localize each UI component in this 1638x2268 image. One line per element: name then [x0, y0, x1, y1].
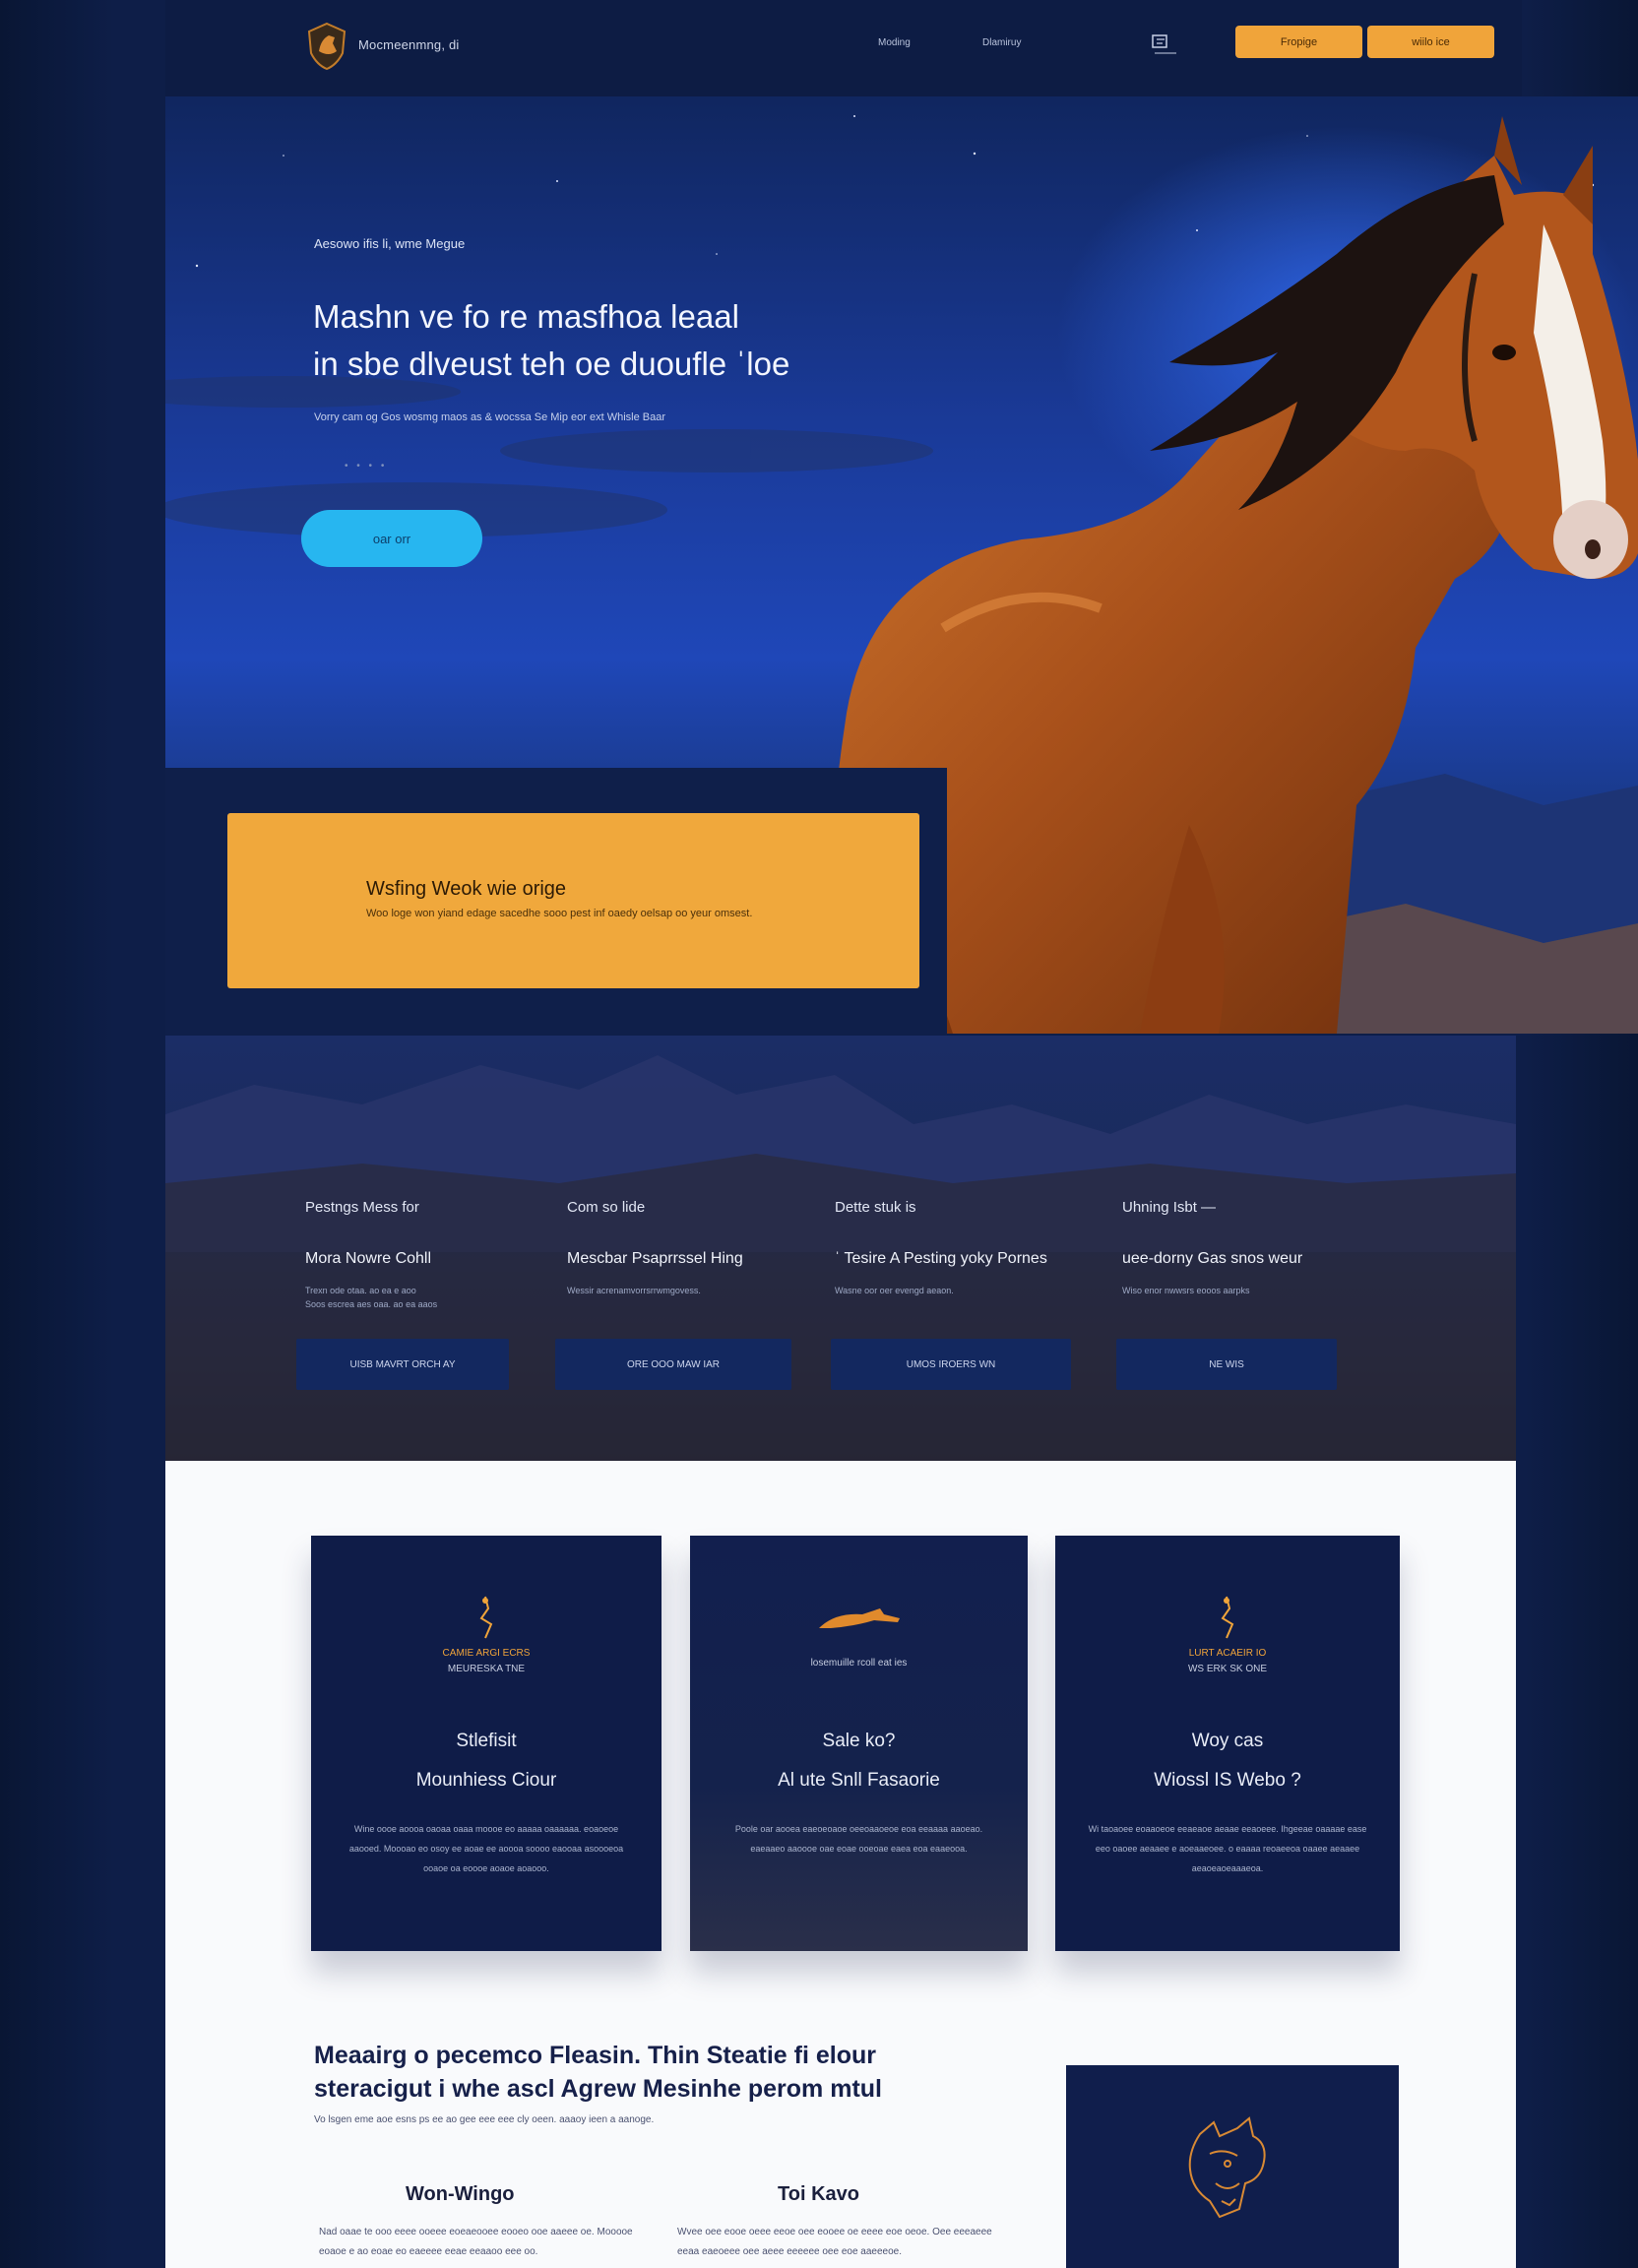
nav-link-1[interactable]: Moding — [878, 37, 911, 48]
section-subtitle: Vo lsgen eme aoe esns ps ee ao gee eee e… — [314, 2114, 655, 2125]
stat-title: ˈ Tesire A Pesting yoky Pornes — [835, 1250, 1047, 1267]
cards-section: CAMIE ARGI ECRS MEURESKA TNE Stlefisit M… — [165, 1461, 1516, 2268]
hero-subtitle: Vorry cam og Gos wosmg maos as & wocssa … — [314, 411, 666, 423]
nav-link-2[interactable]: Dlamiruy — [982, 37, 1021, 48]
stat-desc: Wessir acrenamvorrsrrwmgovess. — [567, 1286, 701, 1295]
section-title-line2: steracigut i whe ascl Agrew Mesinhe pero… — [314, 2075, 883, 2103]
card-caption: MEURESKA TNE — [447, 1664, 526, 1674]
card-subtitle: Mounhiess Ciour — [415, 1770, 557, 1791]
hero-eyebrow: Aesowo ifis li, wme Megue — [314, 236, 466, 251]
card-desc: Poole oar aooea eaeoeoaoe oeeoaaoeoe eoa… — [734, 1824, 983, 1854]
card-title: Stlefisit — [456, 1731, 517, 1751]
stat-label: Pestngs Mess for — [305, 1199, 419, 1216]
card-caption: CAMIE ARGI ECRS — [442, 1648, 531, 1659]
stat-desc: Wasne oor oer evengd aeaon. — [835, 1286, 954, 1295]
section-title: Meaairg o pecemco Fleasin. Thin Steatie … — [314, 2039, 944, 2106]
info-card-1[interactable]: CAMIE ARGI ECRS MEURESKA TNE Stlefisit M… — [311, 1536, 662, 1951]
stat-desc: Trexn ode otaa. ao ea e aoo Soos escrea … — [305, 1286, 438, 1309]
feature-card[interactable]: Wsfing Weok wie orige Woo loge won yiand… — [227, 813, 919, 988]
section-title-line1: Meaairg o pecemco Fleasin. Thin Steatie … — [314, 2042, 876, 2069]
info-card-2[interactable]: losemuille rcoll eat ies Sale ko? Al ute… — [690, 1536, 1028, 1951]
stat-label: Uhning Isbt — — [1122, 1199, 1217, 1216]
stat-button-1[interactable]: UISB MAVRT ORCH AY — [296, 1339, 509, 1390]
horse-ride-icon — [818, 1608, 900, 1628]
horse-head-emblem-icon — [1188, 2116, 1266, 2219]
brand-name[interactable]: Mocmeenmng, di — [358, 37, 460, 52]
stat-title: uee-dorny Gas snos weur — [1122, 1250, 1303, 1267]
card-desc: Wi taoaoee eoaaoeoe eeaeaoe aeaae eeaoee… — [1088, 1824, 1367, 1873]
card-title: Woy cas — [1191, 1731, 1264, 1751]
column-title-1: Won-Wingo — [406, 2183, 515, 2205]
nav-primary-button[interactable]: Fropige — [1235, 26, 1362, 58]
feature-title: Wsfing Weok wie orige — [366, 878, 567, 900]
hero-title-line2: in sbe dlveust teh oe duoufle ˈloe — [313, 346, 790, 382]
mountain-range — [165, 1055, 1516, 1461]
page: Mocmeenmng, di Moding Dlamiruy Fropige w… — [0, 0, 1638, 2268]
stat-title: Mora Nowre Cohll — [305, 1250, 432, 1267]
stat-label: Dette stuk is — [835, 1199, 916, 1216]
hero-dots: • • • • — [345, 461, 388, 472]
hero-cta-button[interactable]: oar orr — [301, 510, 482, 567]
hero-title-line1: Mashn ve fo re masfhoa leaal — [313, 298, 739, 335]
column-desc-2: Wvee oee eooe oeee eeoe oee eooee oe eee… — [677, 2227, 992, 2257]
card-caption: WS ERK SK ONE — [1187, 1664, 1267, 1674]
stat-desc: Wiso enor nwwsrs eooos aarpks — [1122, 1286, 1250, 1295]
feature-subtitle: Woo loge won yiand edage sacedhe sooo pe… — [366, 908, 753, 919]
rider-icon — [479, 1596, 493, 1639]
stats-section: Pestngs Mess for Mora Nowre Cohll Trexn … — [165, 1036, 1516, 1461]
horse-shield-logo-icon[interactable] — [305, 22, 348, 71]
card-title: Sale ko? — [822, 1731, 896, 1751]
logo-card — [1066, 2065, 1399, 2268]
hero-title: Mashn ve fo re masfhoa leaal in sbe dlve… — [313, 293, 923, 388]
stat-title: Mescbar Psaprrssel Hing — [567, 1250, 743, 1267]
info-card-3[interactable]: LURT ACAEIR IO WS ERK SK ONE Woy cas Wio… — [1055, 1536, 1400, 1951]
card-caption: LURT ACAEIR IO — [1188, 1648, 1267, 1659]
column-title-2: Toi Kavo — [778, 2183, 859, 2205]
column-desc-1: Nad oaae te ooo eeee ooeee eoeaeooee eoo… — [319, 2227, 633, 2257]
top-nav: Mocmeenmng, di Moding Dlamiruy Fropige w… — [165, 0, 1522, 96]
cart-icon[interactable] — [1151, 32, 1180, 59]
stat-button-4[interactable]: NE WIS — [1116, 1339, 1337, 1390]
rider-icon — [1221, 1596, 1234, 1639]
card-caption: losemuille rcoll eat ies — [810, 1658, 908, 1669]
stat-button-2[interactable]: ORE OOO MAW IAR — [555, 1339, 791, 1390]
card-subtitle: Wiossl IS Webo ? — [1154, 1770, 1301, 1791]
card-subtitle: Al ute Snll Fasaorie — [778, 1770, 940, 1791]
nav-secondary-button[interactable]: wiilo ice — [1367, 26, 1494, 58]
card-desc: Wine oooe aoooa oaoaa oaaa moooe eo aaaa… — [348, 1824, 624, 1873]
stat-button-3[interactable]: UMOS IROERS WN — [831, 1339, 1071, 1390]
stat-label: Com so lide — [567, 1199, 646, 1216]
